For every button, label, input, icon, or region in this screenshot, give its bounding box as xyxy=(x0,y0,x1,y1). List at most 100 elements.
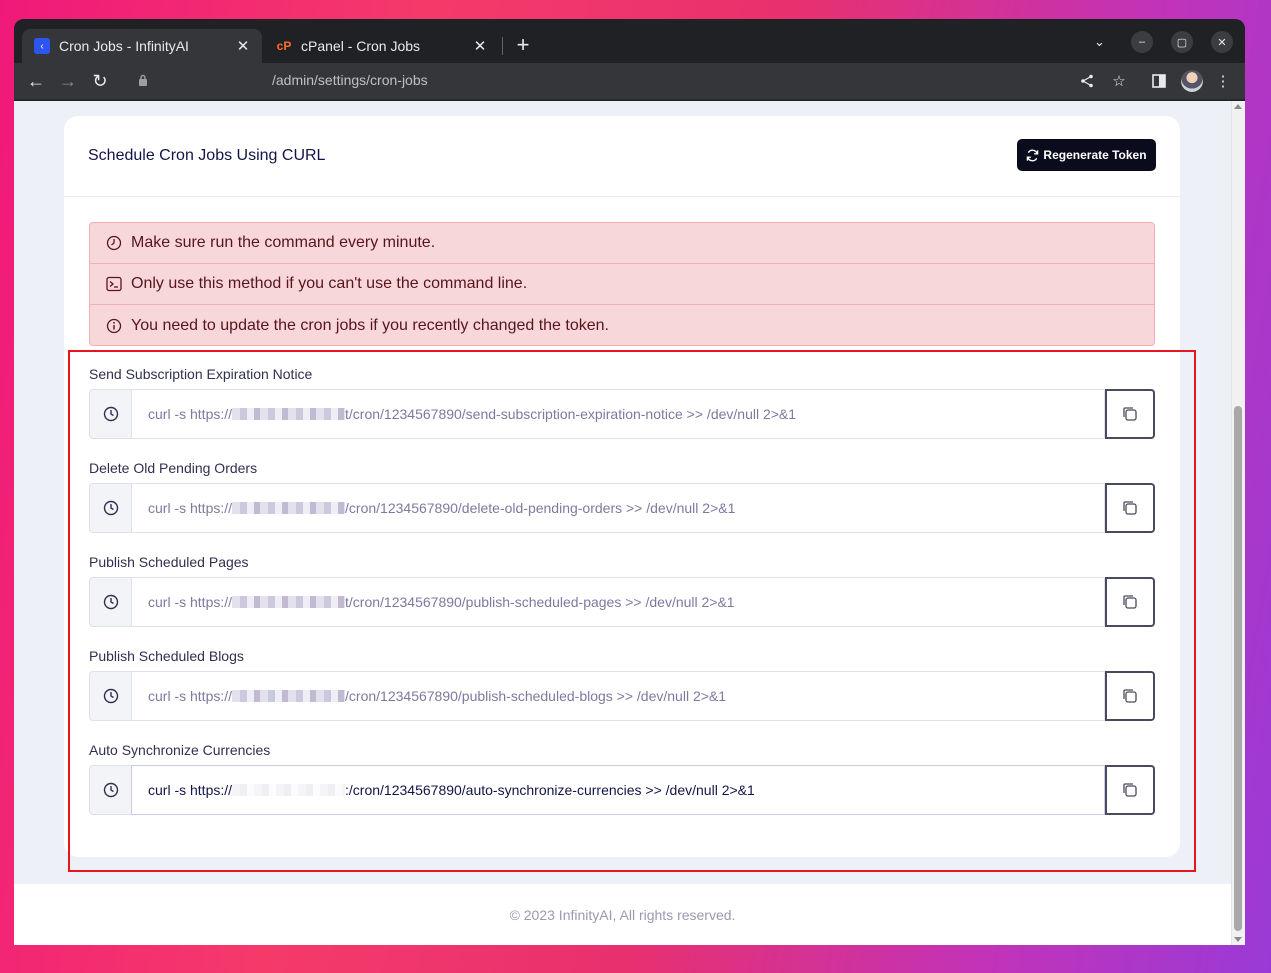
job-input-group: curl -s https:// t/cron/1234567890/send-… xyxy=(89,389,1155,439)
profile-avatar[interactable] xyxy=(1181,70,1203,92)
job-input-group: curl -s https:// :/cron/1234567890/auto-… xyxy=(89,765,1155,815)
close-tab-icon[interactable]: ✕ xyxy=(471,37,489,55)
back-arrow-icon[interactable]: ← xyxy=(24,69,48,93)
cron-command-field[interactable]: curl -s https:// /cron/1234567890/delete… xyxy=(131,483,1105,533)
copy-button[interactable] xyxy=(1105,671,1155,721)
scrollbar-thumb[interactable] xyxy=(1234,406,1242,931)
copy-icon xyxy=(1123,501,1137,515)
job-input-group: curl -s https:// t/cron/1234567890/publi… xyxy=(89,577,1155,627)
regenerate-token-button[interactable]: Regenerate Token xyxy=(1017,139,1156,171)
tab-cron-jobs-infinityai[interactable]: ‹ Cron Jobs - InfinityAI ✕ xyxy=(22,29,262,63)
copy-button[interactable] xyxy=(1105,765,1155,815)
job-input-group: curl -s https:// /cron/1234567890/publis… xyxy=(89,671,1155,721)
cron-job-delete-old-pending-orders: Delete Old Pending Orders curl -s https:… xyxy=(89,460,1155,533)
cron-jobs-card: Schedule Cron Jobs Using CURL Regenerate… xyxy=(64,116,1180,857)
job-label: Publish Scheduled Pages xyxy=(89,554,249,570)
copy-icon xyxy=(1123,595,1137,609)
warning-alert: Make sure run the command every minute. … xyxy=(89,222,1155,346)
more-menu-icon[interactable]: ⋮ xyxy=(1213,71,1233,91)
copy-button[interactable] xyxy=(1105,483,1155,533)
alert-item: Make sure run the command every minute. xyxy=(90,223,1154,264)
tab-strip: ‹ Cron Jobs - InfinityAI ✕ cP cPanel - C… xyxy=(14,19,1245,63)
close-tab-icon[interactable]: ✕ xyxy=(234,37,252,55)
command-prefix: curl -s https:// xyxy=(148,782,233,798)
redacted-domain xyxy=(232,690,346,702)
alert-text: You need to update the cron jobs if you … xyxy=(131,316,609,334)
clock-icon xyxy=(89,483,131,533)
job-input-group: curl -s https:// /cron/1234567890/delete… xyxy=(89,483,1155,533)
redacted-domain xyxy=(232,408,346,420)
maximize-icon[interactable]: ▢ xyxy=(1171,31,1193,53)
alert-item: You need to update the cron jobs if you … xyxy=(90,305,1154,346)
url-text[interactable]: /admin/settings/cron-jobs xyxy=(272,72,428,88)
cpanel-favicon-icon: cP xyxy=(276,39,292,53)
command-suffix: t/cron/1234567890/send-subscription-expi… xyxy=(345,406,797,422)
reload-icon[interactable]: ↻ xyxy=(88,69,112,93)
tab-search-chevron-icon[interactable]: ⌄ xyxy=(1094,34,1105,50)
page-footer: © 2023 InfinityAI, All rights reserved. xyxy=(14,884,1231,945)
new-tab-icon[interactable]: + xyxy=(511,32,535,57)
tab-title: Cron Jobs - InfinityAI xyxy=(59,38,189,54)
command-prefix: curl -s https:// xyxy=(148,406,233,422)
command-suffix: t/cron/1234567890/publish-scheduled-page… xyxy=(345,594,735,610)
clock-icon xyxy=(89,765,131,815)
scroll-down-arrow-icon[interactable] xyxy=(1234,937,1242,942)
page-viewport: Schedule Cron Jobs Using CURL Regenerate… xyxy=(14,101,1245,945)
cron-job-auto-synchronize-currencies: Auto Synchronize Currencies curl -s http… xyxy=(89,742,1155,815)
minimize-icon[interactable]: – xyxy=(1131,31,1153,53)
alert-text: Only use this method if you can't use th… xyxy=(131,275,528,292)
refresh-icon xyxy=(1027,149,1039,161)
job-label: Publish Scheduled Blogs xyxy=(89,648,244,664)
copy-button[interactable] xyxy=(1105,577,1155,627)
command-suffix: /cron/1234567890/delete-old-pending-orde… xyxy=(345,500,736,516)
cron-job-send-subscription-expiration-notice: Send Subscription Expiration Notice curl… xyxy=(89,366,1155,439)
job-label: Send Subscription Expiration Notice xyxy=(89,366,313,382)
redacted-domain xyxy=(232,784,346,796)
tab-cpanel-cron-jobs[interactable]: cP cPanel - Cron Jobs ✕ xyxy=(264,29,499,63)
cron-command-field[interactable]: curl -s https:// /cron/1234567890/publis… xyxy=(131,671,1105,721)
info-icon xyxy=(106,318,122,333)
command-suffix: /cron/1234567890/publish-scheduled-blogs… xyxy=(345,688,727,704)
cron-job-publish-scheduled-pages: Publish Scheduled Pages curl -s https://… xyxy=(89,554,1155,627)
card-title: Schedule Cron Jobs Using CURL xyxy=(88,147,326,164)
cron-job-publish-scheduled-blogs: Publish Scheduled Blogs curl -s https://… xyxy=(89,648,1155,721)
card-header: Schedule Cron Jobs Using CURL Regenerate… xyxy=(64,116,1180,197)
redacted-domain xyxy=(232,596,346,608)
bookmark-star-icon[interactable]: ☆ xyxy=(1109,71,1129,91)
regenerate-token-label: Regenerate Token xyxy=(1043,148,1147,162)
alert-item: Only use this method if you can't use th… xyxy=(90,264,1154,305)
browser-toolbar: ← → ↻ /admin/settings/cron-jobs ☆ ⋮ xyxy=(14,63,1245,100)
command-prefix: curl -s https:// xyxy=(148,688,233,704)
share-icon[interactable] xyxy=(1077,71,1097,91)
command-prefix: curl -s https:// xyxy=(148,594,233,610)
job-label: Auto Synchronize Currencies xyxy=(89,742,271,758)
copy-icon xyxy=(1123,407,1137,421)
scroll-up-arrow-icon[interactable] xyxy=(1234,104,1242,109)
command-suffix: :/cron/1234567890/auto-synchronize-curre… xyxy=(345,782,755,798)
tab-divider xyxy=(502,37,503,55)
terminal-icon xyxy=(106,276,122,292)
cron-command-field[interactable]: curl -s https:// :/cron/1234567890/auto-… xyxy=(131,765,1105,815)
cron-command-field[interactable]: curl -s https:// t/cron/1234567890/send-… xyxy=(131,389,1105,439)
job-label: Delete Old Pending Orders xyxy=(89,460,258,476)
command-prefix: curl -s https:// xyxy=(148,500,233,516)
redacted-domain xyxy=(232,502,346,514)
clock-icon xyxy=(89,389,131,439)
close-window-icon[interactable]: ✕ xyxy=(1211,31,1233,53)
clock-icon xyxy=(106,235,122,251)
lock-icon xyxy=(139,74,147,86)
side-panel-icon[interactable] xyxy=(1149,71,1169,91)
clock-icon xyxy=(89,577,131,627)
content-background: Schedule Cron Jobs Using CURL Regenerate… xyxy=(14,101,1231,884)
copy-icon xyxy=(1123,689,1137,703)
browser-window: ‹ Cron Jobs - InfinityAI ✕ cP cPanel - C… xyxy=(14,19,1245,945)
vertical-scrollbar[interactable] xyxy=(1231,101,1245,945)
infinityai-favicon-icon: ‹ xyxy=(34,38,50,54)
cron-command-field[interactable]: curl -s https:// t/cron/1234567890/publi… xyxy=(131,577,1105,627)
copy-icon xyxy=(1123,783,1137,797)
alert-text: Make sure run the command every minute. xyxy=(131,234,436,251)
tab-title: cPanel - Cron Jobs xyxy=(301,38,421,54)
forward-arrow-icon[interactable]: → xyxy=(56,69,80,93)
clock-icon xyxy=(89,671,131,721)
copy-button[interactable] xyxy=(1105,389,1155,439)
